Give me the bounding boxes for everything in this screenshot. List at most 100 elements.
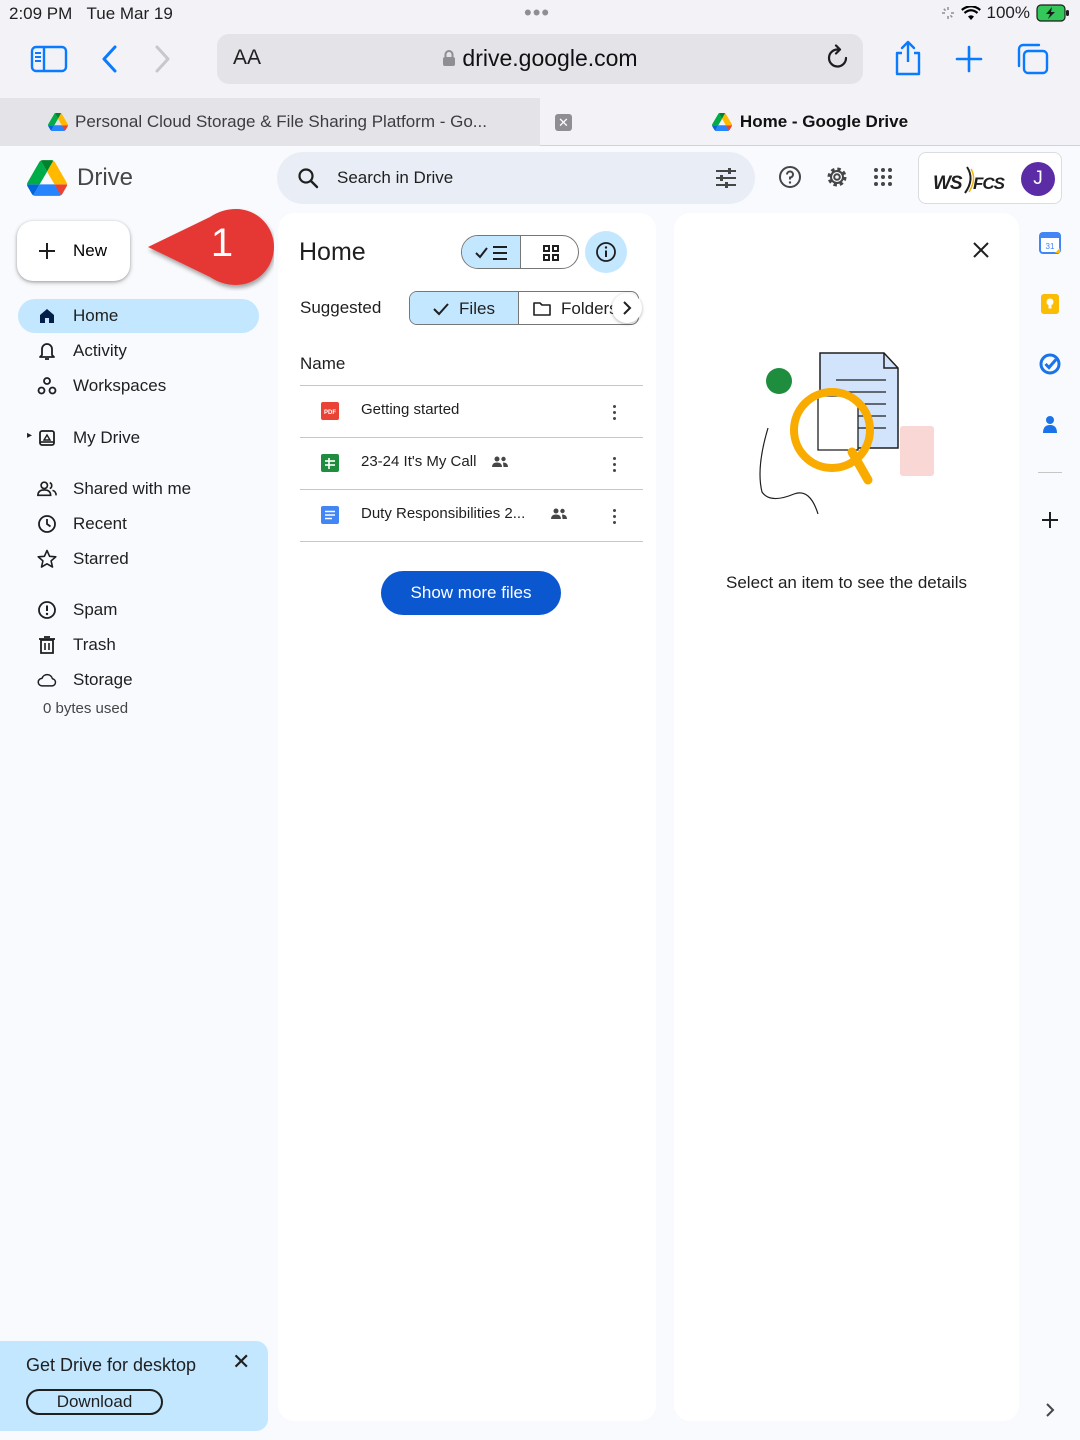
sidebar-item-trash[interactable]: Trash [18, 628, 259, 662]
list-view-button[interactable] [462, 236, 521, 268]
app-name: Drive [77, 164, 134, 191]
tasks-icon[interactable] [1038, 352, 1062, 376]
tab-title: Home - Google Drive [739, 112, 909, 131]
url-text: drive.google.com [462, 45, 638, 71]
new-tab-icon[interactable] [954, 44, 984, 74]
chevron-right-icon[interactable] [1038, 1398, 1062, 1422]
suggested-label: Suggested [300, 298, 382, 317]
cloud-icon [37, 670, 57, 690]
browser-toolbar: AA drive.google.com [0, 28, 1080, 98]
back-icon[interactable] [97, 43, 121, 75]
tab-overview-icon[interactable] [1014, 42, 1050, 76]
show-more-files-button[interactable]: Show more files [381, 571, 561, 615]
lock-icon [443, 50, 456, 66]
forward-icon[interactable] [151, 43, 175, 75]
sidebar-item-recent[interactable]: Recent [18, 507, 259, 541]
files-chip-label: Files [459, 299, 495, 318]
check-icon [433, 303, 449, 316]
search-icon[interactable] [297, 167, 319, 194]
home-panel: Home Suggested Files Folders Name PDF Ge… [278, 213, 656, 1421]
new-button-label: New [73, 241, 108, 260]
sidebar-item-label: Trash [73, 635, 116, 654]
settings-gear-icon[interactable] [824, 164, 850, 190]
sidebar-item-my-drive[interactable]: ▸ My Drive [18, 421, 259, 455]
details-panel: Select an item to see the details [674, 213, 1019, 1421]
help-icon[interactable] [777, 164, 803, 190]
plus-icon [39, 243, 55, 259]
details-empty-message: Select an item to see the details [726, 573, 967, 592]
files-chip[interactable]: Files [410, 292, 519, 324]
column-header-name[interactable]: Name [300, 354, 345, 374]
share-icon[interactable] [891, 38, 925, 78]
search-bar[interactable] [277, 152, 755, 204]
reload-icon[interactable] [825, 44, 851, 77]
spam-icon [37, 600, 57, 620]
magnifier-illustration-icon [759, 352, 934, 515]
sidebar-item-shared-with-me[interactable]: Shared with me [18, 472, 259, 506]
sheets-file-icon [321, 454, 339, 472]
address-bar[interactable]: AA drive.google.com [217, 34, 863, 84]
close-icon[interactable]: ✕ [232, 1349, 250, 1375]
drive-favicon-icon [48, 113, 68, 131]
callout-number: 1 [210, 221, 234, 265]
battery-percent: 100% [986, 3, 1030, 22]
star-icon [37, 549, 57, 569]
shared-people-icon [492, 456, 508, 467]
clock-icon [37, 514, 57, 534]
sidebar-item-starred[interactable]: Starred [18, 542, 259, 576]
docs-file-icon [321, 506, 339, 524]
search-input[interactable] [337, 164, 677, 192]
apps-grid-icon[interactable] [870, 164, 896, 190]
file-name: 23-24 It's My Call [361, 453, 477, 470]
file-row[interactable]: PDF Getting started [300, 386, 643, 437]
tab-close-icon[interactable]: ✕ [555, 114, 572, 131]
tab-personal-cloud[interactable]: Personal Cloud Storage & File Sharing Pl… [0, 98, 540, 146]
account-switcher[interactable]: WS FCS J [918, 152, 1062, 204]
more-actions-icon[interactable] [606, 503, 622, 529]
sidebar-item-workspaces[interactable]: Workspaces [18, 369, 259, 403]
drive-logo[interactable]: Drive [27, 160, 133, 196]
view-details-button[interactable] [585, 231, 627, 273]
sidebar-item-spam[interactable]: Spam [18, 593, 259, 627]
add-addon-icon[interactable] [1038, 508, 1062, 532]
sidebar-toggle-icon[interactable] [30, 43, 68, 75]
more-actions-icon[interactable] [606, 451, 622, 477]
sidebar-item-label: Home [73, 306, 119, 325]
organization-logo: WS FCS [931, 165, 1009, 201]
promo-title: Get Drive for desktop [26, 1355, 197, 1375]
sidebar-item-label: Shared with me [73, 479, 192, 498]
url-display[interactable]: drive.google.com [217, 45, 863, 72]
sidebar-item-label: Workspaces [73, 376, 167, 395]
status-bar: 2:09 PM Tue Mar 19 ••• 100% [0, 0, 1080, 28]
chevron-right-icon[interactable] [612, 293, 642, 323]
info-icon [596, 242, 616, 262]
divider [1038, 472, 1062, 473]
sidebar-item-label: Activity [73, 341, 127, 360]
svg-text:FCS: FCS [973, 174, 1006, 193]
calendar-icon[interactable]: 31 [1038, 231, 1062, 255]
search-options-icon[interactable] [715, 167, 737, 194]
status-time: 2:09 PM Tue Mar 19 [9, 4, 173, 23]
close-icon[interactable] [968, 237, 994, 263]
list-view-icon [475, 246, 507, 260]
more-actions-icon[interactable] [606, 399, 622, 425]
download-button[interactable]: Download [26, 1389, 163, 1415]
new-button[interactable]: New [17, 221, 130, 281]
avatar[interactable]: J [1021, 162, 1055, 196]
status-right: 100% [941, 3, 1070, 23]
people-icon [37, 479, 57, 499]
grid-view-button[interactable] [521, 236, 578, 268]
file-row[interactable]: Duty Responsibilities 2... [300, 490, 643, 541]
expand-arrow-icon[interactable]: ▸ [27, 430, 32, 441]
sidebar-item-home[interactable]: Home [18, 299, 259, 333]
sidebar-item-label: Recent [73, 514, 127, 533]
tab-home-google-drive[interactable]: Home - Google Drive [540, 98, 1080, 146]
pdf-file-icon: PDF [321, 402, 339, 420]
contacts-icon[interactable] [1038, 412, 1062, 436]
file-row[interactable]: 23-24 It's My Call [300, 438, 643, 489]
battery-charging-icon [1036, 4, 1069, 22]
sidebar-item-activity[interactable]: Activity [18, 334, 259, 368]
keep-notes-icon[interactable] [1038, 292, 1062, 316]
multitasking-dots-icon[interactable]: ••• [524, 0, 550, 26]
sidebar-item-storage[interactable]: Storage [18, 663, 259, 697]
